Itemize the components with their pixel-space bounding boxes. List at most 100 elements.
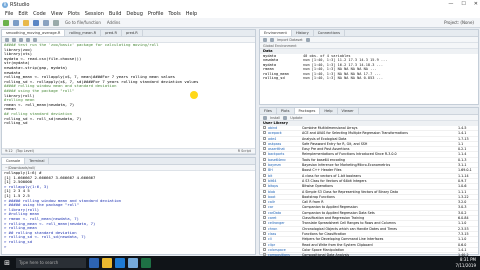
code-editor[interactable]: ##### test run the 'zoo/basic' package f… [2, 42, 255, 126]
file-type[interactable]: R Script [238, 149, 251, 153]
main-toolbar: Go to file/function Addins Project: (Non… [0, 18, 480, 28]
package-checkbox[interactable] [263, 126, 266, 129]
save-icon[interactable] [19, 37, 23, 42]
menu-bar: File Edit Code View Plots Session Build … [0, 9, 480, 18]
console-pane: Console Terminal ~/Downloads/roll/ rolla… [1, 157, 256, 255]
close-button[interactable]: ✕ [474, 0, 478, 9]
windows-start-icon[interactable]: ⊞ [0, 256, 14, 270]
package-checkbox[interactable] [263, 210, 266, 214]
minimize-button[interactable]: — [448, 0, 453, 9]
file-explorer-icon[interactable] [102, 258, 112, 268]
menu-tools[interactable]: Tools [168, 11, 180, 17]
update-button[interactable]: Update [290, 116, 302, 120]
package-checkbox[interactable] [263, 200, 266, 204]
save-icon[interactable] [270, 37, 274, 42]
tab-source-file[interactable]: rolling_mean.R [65, 30, 102, 36]
forward-icon[interactable] [12, 37, 16, 42]
update-icon[interactable] [283, 115, 288, 120]
package-checkbox[interactable] [263, 157, 266, 161]
package-checkbox[interactable] [263, 247, 266, 251]
package-checkbox[interactable] [263, 136, 266, 140]
addins-button[interactable]: Addins [107, 20, 120, 25]
open-file-icon[interactable] [23, 19, 29, 26]
system-clock[interactable]: 8:31 PM 7/11/2019 [455, 257, 476, 269]
environment-row[interactable]: rolling_sd num [1:40, 1:3] NA NA NA NA 0.… [260, 76, 478, 80]
broom-icon[interactable] [305, 37, 310, 42]
task-view-icon[interactable] [89, 258, 99, 268]
rstudio-taskbar-icon[interactable] [128, 258, 138, 268]
project-menu[interactable]: Project: (None) [444, 20, 474, 25]
package-checkbox[interactable] [263, 189, 266, 193]
menu-file[interactable]: File [5, 11, 13, 17]
package-checkbox[interactable] [263, 194, 266, 198]
save-icon[interactable] [33, 19, 39, 26]
package-checkbox[interactable] [263, 141, 266, 145]
new-project-icon[interactable] [13, 19, 19, 26]
tab-terminal[interactable]: Terminal [25, 158, 50, 164]
open-icon[interactable] [263, 37, 267, 42]
global-environment-select[interactable]: Global Environment [263, 44, 297, 48]
package-checkbox[interactable] [263, 147, 266, 151]
package-checkbox[interactable] [263, 184, 266, 188]
environment-list: mydata 40 obs. of 4 variables newdata num [… [260, 54, 478, 80]
package-checkbox[interactable] [263, 173, 266, 177]
tab-source-file[interactable]: smoothing_moving_average.R [2, 30, 66, 36]
maximize-button[interactable]: ☐ [461, 0, 465, 9]
taskbar-search-input[interactable]: Type here to search [16, 258, 86, 268]
package-checkbox[interactable] [263, 178, 266, 182]
tab-history[interactable]: History [292, 30, 314, 36]
tab-files[interactable]: Files [260, 108, 277, 114]
menu-profile[interactable]: Profile [148, 11, 164, 17]
tab-plots[interactable]: Plots [277, 108, 295, 114]
package-checkbox[interactable] [263, 231, 266, 235]
menu-debug[interactable]: Debug [126, 11, 142, 17]
save-all-icon[interactable] [43, 19, 49, 26]
console-line: > [4, 243, 7, 249]
edge-browser-icon[interactable] [115, 258, 125, 268]
package-checkbox[interactable] [263, 131, 266, 135]
package-checkbox[interactable] [263, 221, 266, 225]
menu-edit[interactable]: Edit [18, 11, 28, 17]
cursor-position: 9:12 [5, 149, 13, 153]
package-checkbox[interactable] [263, 205, 266, 209]
windows-taskbar: ⊞ Type here to search 8:31 PM 7/11/2019 [0, 256, 480, 270]
console-output[interactable]: rollapply(1:6) # [1] 1.666667 2.666667 3.… [2, 170, 255, 249]
package-checkbox[interactable] [263, 216, 266, 220]
rstudio-logo-icon: R [2, 1, 8, 8]
scope-indicator[interactable]: (Top Level) [16, 149, 34, 153]
tab-source-file[interactable]: pred.R [122, 30, 143, 36]
tab-viewer[interactable]: Viewer [338, 108, 359, 114]
install-icon[interactable] [263, 115, 267, 120]
menu-help[interactable]: Help [186, 11, 197, 17]
package-checkbox[interactable] [263, 237, 266, 241]
tab-environment[interactable]: Environment [260, 30, 292, 36]
goto-file-input[interactable]: Go to file/function [65, 20, 101, 25]
package-checkbox[interactable] [263, 168, 266, 172]
menu-build[interactable]: Build [109, 11, 122, 17]
menu-code[interactable]: Code [33, 11, 46, 17]
menu-session[interactable]: Session [85, 11, 104, 17]
package-checkbox[interactable] [263, 152, 266, 156]
tab-packages[interactable]: Packages [294, 108, 321, 114]
packages-table: abind Combine Multidimensional Arrays 1.4-… [260, 126, 478, 259]
tab-source-file[interactable]: pred.R [101, 30, 122, 36]
new-file-icon[interactable] [3, 19, 9, 26]
excel-icon[interactable] [141, 258, 151, 268]
package-checkbox[interactable] [263, 226, 266, 230]
menu-view[interactable]: View [51, 11, 63, 17]
tab-help[interactable]: Help [320, 108, 338, 114]
back-icon[interactable] [5, 37, 9, 42]
tab-connections[interactable]: Connections [314, 30, 345, 36]
tab-console[interactable]: Console [2, 158, 26, 164]
wand-icon[interactable] [33, 37, 37, 42]
window-title: RStudio [10, 1, 30, 8]
menu-plots[interactable]: Plots [68, 11, 80, 17]
install-button[interactable]: Install [270, 116, 280, 120]
package-checkbox[interactable] [263, 163, 266, 167]
print-icon[interactable] [53, 19, 59, 26]
import-dataset-button[interactable]: Import Dataset [277, 38, 303, 42]
package-checkbox[interactable] [263, 242, 266, 246]
search-icon[interactable] [26, 37, 30, 42]
source-status-bar: 9:12 (Top Level) R Script [2, 148, 255, 154]
variable-value: num [1:40, 1:3] NA NA NA NA 0.853 ... [303, 76, 384, 81]
